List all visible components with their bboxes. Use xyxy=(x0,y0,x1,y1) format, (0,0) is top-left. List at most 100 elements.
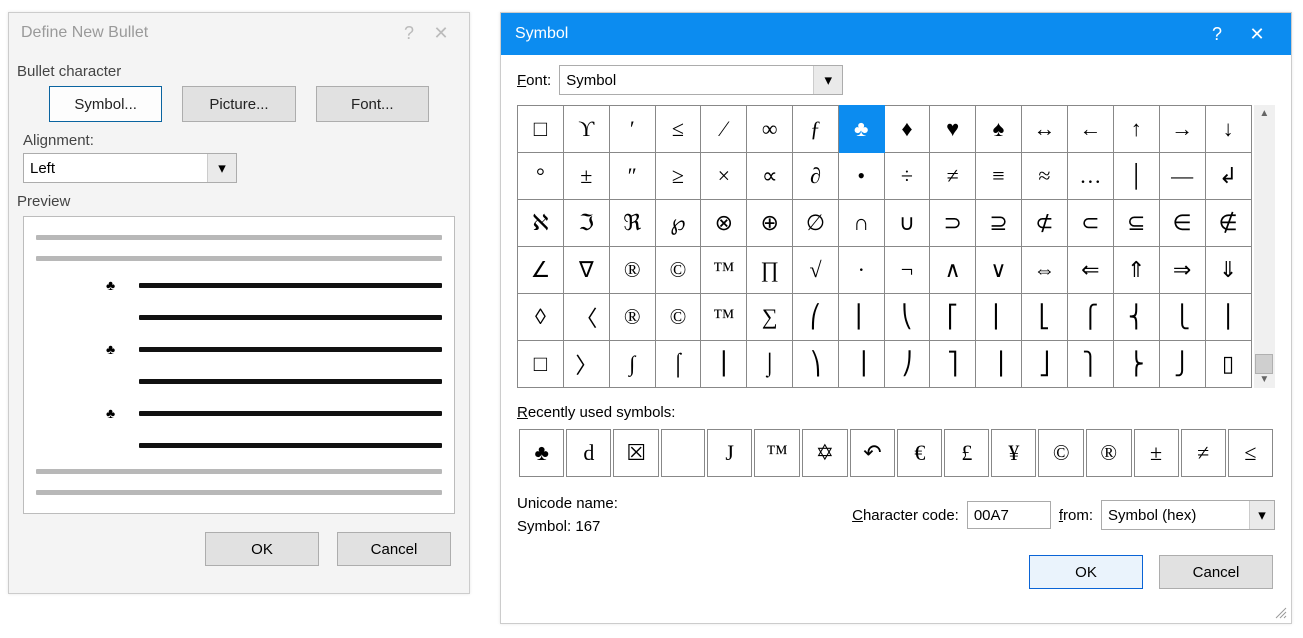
recent-symbol-cell[interactable]: © xyxy=(1038,429,1084,477)
symbol-cell[interactable]: © xyxy=(655,294,701,341)
symbol-cell[interactable]: ⊄ xyxy=(1021,200,1067,247)
ok-button[interactable]: OK xyxy=(1029,555,1143,589)
symbol-cell[interactable]: ∫ xyxy=(609,341,655,388)
symbol-cell[interactable]: ⇓ xyxy=(1205,247,1251,294)
recent-symbol-cell[interactable]: € xyxy=(897,429,942,477)
symbol-cell[interactable]: ¬ xyxy=(884,247,930,294)
symbol-cell[interactable]: · xyxy=(838,247,884,294)
symbol-cell[interactable]: 〈 xyxy=(563,294,609,341)
symbol-cell[interactable]: ∉ xyxy=(1205,200,1251,247)
symbol-cell[interactable]: ∝ xyxy=(747,153,793,200)
recent-symbol-cell[interactable]: ™ xyxy=(754,429,800,477)
ok-button[interactable]: OK xyxy=(205,532,319,566)
symbol-cell[interactable]: ⊃ xyxy=(930,200,976,247)
symbol-cell[interactable]: ⇑ xyxy=(1113,247,1159,294)
symbol-cell[interactable]: ⎛ xyxy=(793,294,839,341)
symbol-cell[interactable]: ™ xyxy=(701,294,747,341)
symbol-cell[interactable]: ⎧ xyxy=(1067,294,1113,341)
symbol-cell[interactable]: ± xyxy=(563,153,609,200)
recent-symbol-cell[interactable]: ↶ xyxy=(850,429,896,477)
symbol-cell[interactable]: ℜ xyxy=(609,200,655,247)
symbol-cell[interactable]: ⎡ xyxy=(930,294,976,341)
from-select[interactable]: Symbol (hex) ▾ xyxy=(1101,500,1275,530)
recent-symbol-cell[interactable]: J xyxy=(707,429,752,477)
symbol-cell[interactable]: ⎠ xyxy=(884,341,930,388)
symbol-cell[interactable]: ⎭ xyxy=(1159,341,1205,388)
recent-symbol-cell[interactable]: ☒ xyxy=(613,429,659,477)
symbol-cell[interactable]: ⌡ xyxy=(747,341,793,388)
symbol-cell[interactable]: ♥ xyxy=(930,106,976,153)
symbol-cell[interactable]: ⎥ xyxy=(976,341,1022,388)
symbol-cell[interactable]: → xyxy=(1159,106,1205,153)
symbol-cell[interactable]: ® xyxy=(609,294,655,341)
symbol-cell[interactable]: ⎨ xyxy=(1113,294,1159,341)
symbol-cell[interactable]: ↓ xyxy=(1205,106,1251,153)
recent-symbol-cell[interactable] xyxy=(661,429,705,477)
font-button[interactable]: Font... xyxy=(316,86,429,122)
cancel-button[interactable]: Cancel xyxy=(1159,555,1273,589)
symbol-cell[interactable]: ⎞ xyxy=(793,341,839,388)
symbol-cell[interactable]: ◊ xyxy=(518,294,564,341)
symbol-cell[interactable]: ⎢ xyxy=(976,294,1022,341)
symbol-cell[interactable]: ≥ xyxy=(655,153,701,200)
symbol-cell[interactable]: ∧ xyxy=(930,247,976,294)
symbol-cell[interactable]: ≤ xyxy=(655,106,701,153)
recent-symbol-cell[interactable]: ± xyxy=(1134,429,1179,477)
scroll-down-icon[interactable]: ▼ xyxy=(1259,374,1269,385)
symbol-cell[interactable]: ⇐ xyxy=(1067,247,1113,294)
symbol-cell[interactable]: ′ xyxy=(609,106,655,153)
symbol-cell[interactable]: ↲ xyxy=(1205,153,1251,200)
symbol-cell[interactable]: ∏ xyxy=(747,247,793,294)
symbol-cell[interactable]: √ xyxy=(793,247,839,294)
symbol-cell[interactable]: ⎤ xyxy=(930,341,976,388)
symbol-cell[interactable]: ⊗ xyxy=(701,200,747,247)
symbol-cell[interactable]: ♣ xyxy=(838,106,884,153)
recent-symbol-cell[interactable]: ¥ xyxy=(991,429,1036,477)
symbol-cell[interactable]: ⎝ xyxy=(884,294,930,341)
symbol-cell[interactable]: ∅ xyxy=(793,200,839,247)
symbol-cell[interactable]: ∂ xyxy=(793,153,839,200)
symbol-cell[interactable]: ⊆ xyxy=(1113,200,1159,247)
recent-symbol-cell[interactable]: ♣ xyxy=(519,429,564,477)
recent-symbol-cell[interactable]: £ xyxy=(944,429,989,477)
font-select[interactable]: Symbol ▾ xyxy=(559,65,843,95)
symbol-cell[interactable]: ≠ xyxy=(930,153,976,200)
symbol-cell[interactable]: ⎦ xyxy=(1021,341,1067,388)
symbol-cell[interactable]: ™ xyxy=(701,247,747,294)
close-icon[interactable]: ✕ xyxy=(425,23,457,44)
symbol-cell[interactable]: ⎜ xyxy=(838,294,884,341)
symbol-cell[interactable]: ∞ xyxy=(747,106,793,153)
recent-symbols[interactable]: ♣d☒ J™✡↶€£¥©®±≠≤ xyxy=(517,427,1275,479)
symbol-cell[interactable]: □ xyxy=(518,106,564,153)
symbol-cell[interactable]: ⁄ xyxy=(701,106,747,153)
scroll-up-icon[interactable]: ▲ xyxy=(1259,108,1269,119)
symbol-cell[interactable]: ⊂ xyxy=(1067,200,1113,247)
symbol-cell[interactable]: ↔ xyxy=(1021,106,1067,153)
symbol-cell[interactable]: ⌠ xyxy=(655,341,701,388)
symbol-cell[interactable]: □ xyxy=(518,341,564,388)
symbol-cell[interactable]: ⎪ xyxy=(1205,294,1251,341)
symbol-cell[interactable]: ⎟ xyxy=(838,341,884,388)
symbol-button[interactable]: Symbol... xyxy=(49,86,162,122)
resize-grip-icon[interactable] xyxy=(1274,606,1288,620)
scroll-thumb[interactable] xyxy=(1255,354,1273,374)
symbol-cell[interactable]: × xyxy=(701,153,747,200)
symbol-cell[interactable]: … xyxy=(1067,153,1113,200)
symbol-cell[interactable]: ƒ xyxy=(793,106,839,153)
symbol-cell[interactable]: ∈ xyxy=(1159,200,1205,247)
symbol-cell[interactable]: ∪ xyxy=(884,200,930,247)
symbol-cell[interactable]: ≡ xyxy=(976,153,1022,200)
picture-button[interactable]: Picture... xyxy=(182,86,295,122)
symbol-cell[interactable]: ∇ xyxy=(563,247,609,294)
recent-symbol-cell[interactable]: d xyxy=(566,429,611,477)
recent-symbol-cell[interactable]: ® xyxy=(1086,429,1132,477)
symbol-cell[interactable]: ∠ xyxy=(518,247,564,294)
recent-symbol-cell[interactable]: ≤ xyxy=(1228,429,1273,477)
symbol-cell[interactable]: 〉 xyxy=(563,341,609,388)
symbol-cell[interactable]: ⎫ xyxy=(1067,341,1113,388)
symbol-cell[interactable]: ⊇ xyxy=(976,200,1022,247)
cancel-button[interactable]: Cancel xyxy=(337,532,451,566)
symbol-cell[interactable]: ⎩ xyxy=(1159,294,1205,341)
symbol-cell[interactable]: ⊕ xyxy=(747,200,793,247)
symbol-cell[interactable]: ← xyxy=(1067,106,1113,153)
